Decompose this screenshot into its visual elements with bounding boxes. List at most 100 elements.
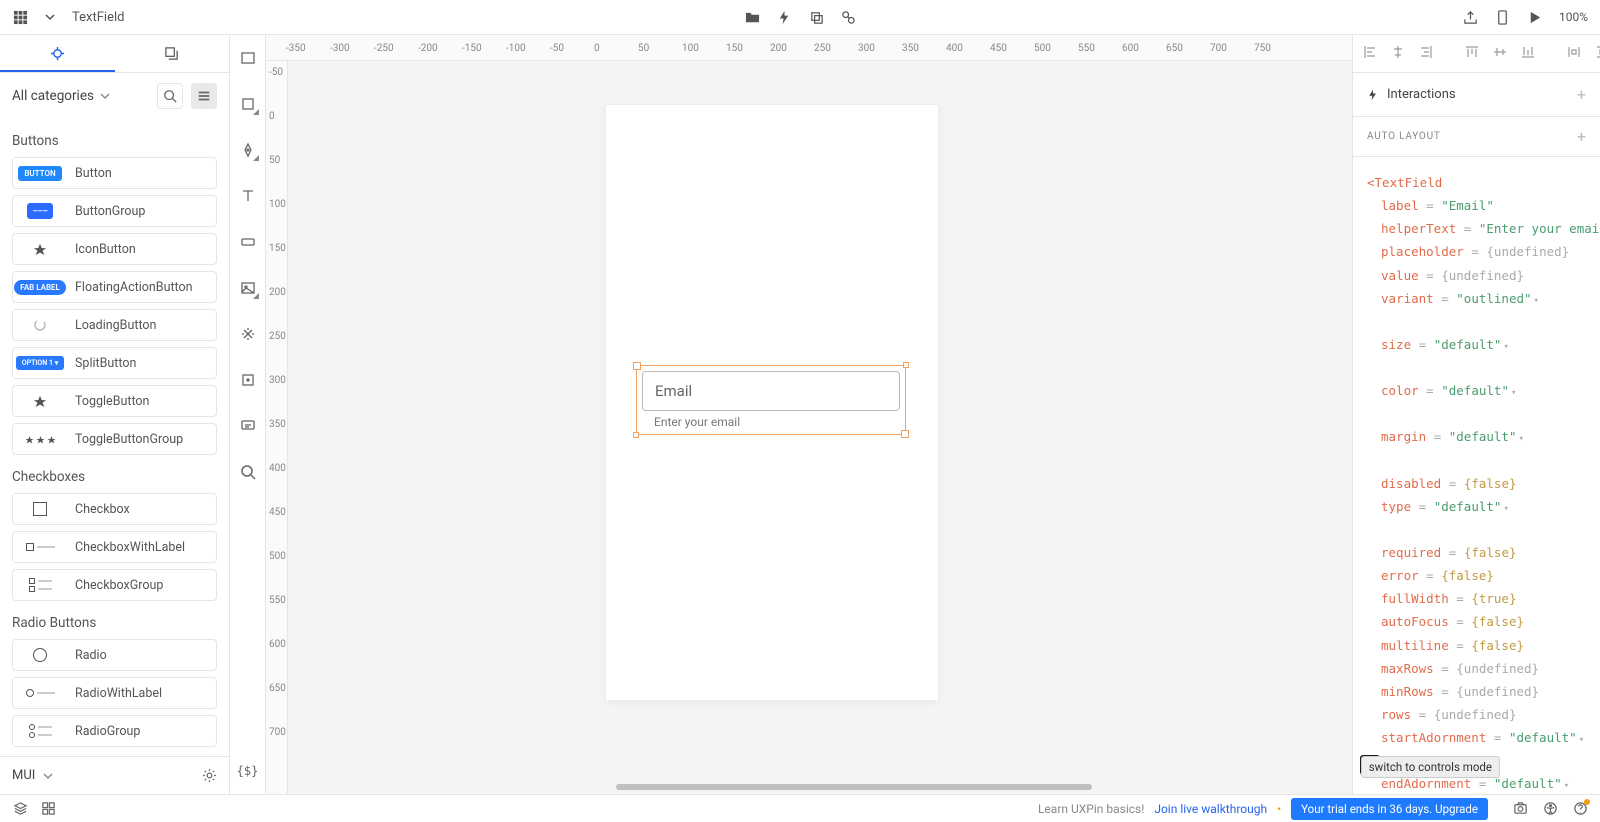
component-buttongroup[interactable]: ⎯ ⎯ ⎯ButtonGroup xyxy=(12,195,217,227)
search-button[interactable] xyxy=(157,83,183,109)
menu-grid-icon[interactable] xyxy=(12,9,28,25)
component-thumb xyxy=(13,310,67,340)
chevron-down-icon[interactable] xyxy=(42,9,58,25)
add-interaction-button[interactable]: + xyxy=(1577,85,1586,104)
library-name[interactable]: MUI xyxy=(12,768,35,783)
share-icon[interactable] xyxy=(1463,9,1479,25)
component-togglebuttongroup[interactable]: ToggleButtonGroup xyxy=(12,423,217,455)
bolt-icon xyxy=(1367,89,1379,101)
component-button[interactable]: BUTTONButton xyxy=(12,157,217,189)
component-label: LoadingButton xyxy=(67,318,156,333)
component-label: SplitButton xyxy=(67,356,136,371)
component-label: ToggleButton xyxy=(67,394,149,409)
ruler-tick: 300 xyxy=(858,43,875,54)
tab-components[interactable] xyxy=(0,35,115,72)
tool-select[interactable] xyxy=(235,45,261,71)
play-icon[interactable] xyxy=(1527,9,1543,25)
align-bottom-icon[interactable] xyxy=(1521,45,1535,63)
ruler-tick: 200 xyxy=(770,43,787,54)
component-splitbutton[interactable]: OPTION 1 ▾SplitButton xyxy=(12,347,217,379)
tool-image[interactable] xyxy=(235,275,261,301)
chevron-down-icon[interactable] xyxy=(43,771,53,781)
component-thumb xyxy=(13,570,67,600)
topbar: TextField 100% xyxy=(0,0,1600,35)
ruler-tick: 50 xyxy=(638,43,649,54)
tool-text[interactable] xyxy=(235,183,261,209)
camera-icon[interactable] xyxy=(1512,801,1528,817)
tool-search[interactable] xyxy=(235,459,261,485)
tab-layers[interactable] xyxy=(115,35,230,72)
tool-button[interactable] xyxy=(235,229,261,255)
autolayout-section[interactable]: AUTO LAYOUT + xyxy=(1353,117,1600,157)
component-loadingbutton[interactable]: LoadingButton xyxy=(12,309,217,341)
ruler-tick: 50 xyxy=(269,155,280,166)
components-icon xyxy=(49,46,65,62)
ruler-tick: -300 xyxy=(330,43,350,54)
help-icon[interactable] xyxy=(1572,801,1588,817)
component-label: ButtonGroup xyxy=(67,204,145,219)
ruler-tick: 100 xyxy=(269,199,286,210)
accessibility-icon[interactable] xyxy=(1542,801,1558,817)
selected-element[interactable]: Email Enter your email xyxy=(636,365,906,435)
distribute-h-icon[interactable] xyxy=(1567,45,1581,63)
ruler-tick: 600 xyxy=(1122,43,1139,54)
tool-comment[interactable] xyxy=(235,413,261,439)
horizontal-scrollbar[interactable] xyxy=(616,784,1092,790)
layers-icon xyxy=(164,46,180,62)
tool-pen[interactable] xyxy=(235,137,261,163)
left-panel: All categories ButtonsBUTTONButton⎯ ⎯ ⎯B… xyxy=(0,35,230,794)
component-togglebutton[interactable]: ToggleButton xyxy=(12,385,217,417)
page-title: TextField xyxy=(72,10,124,25)
tool-icon[interactable] xyxy=(235,321,261,347)
component-checkboxwithlabel[interactable]: CheckboxWithLabel xyxy=(12,531,217,563)
device-icon[interactable] xyxy=(1495,9,1511,25)
grid-panel-icon[interactable] xyxy=(40,801,56,817)
component-label: Checkbox xyxy=(67,502,130,517)
tool-hotspot[interactable] xyxy=(235,367,261,393)
component-radiowithlabel[interactable]: RadioWithLabel xyxy=(12,677,217,709)
tool-rectangle[interactable] xyxy=(235,91,261,117)
component-thumb xyxy=(13,424,67,454)
list-view-button[interactable] xyxy=(191,83,217,109)
ruler-tick: 200 xyxy=(269,287,286,298)
code-view[interactable]: <TextField label = "Email"helperText = "… xyxy=(1353,157,1600,794)
ruler-tick: 250 xyxy=(814,43,831,54)
zoom-level[interactable]: 100% xyxy=(1559,10,1588,24)
component-thumb: FAB LABEL xyxy=(13,272,67,302)
component-label: IconButton xyxy=(67,242,136,257)
component-label: ToggleButtonGroup xyxy=(67,432,183,447)
component-checkboxgroup[interactable]: CheckboxGroup xyxy=(12,569,217,601)
align-middle-icon[interactable] xyxy=(1493,45,1507,63)
align-top-icon[interactable] xyxy=(1465,45,1479,63)
bolt-icon[interactable] xyxy=(776,9,792,25)
component-label: CheckboxWithLabel xyxy=(67,540,185,555)
align-left-icon[interactable] xyxy=(1363,45,1377,63)
category-select[interactable]: All categories xyxy=(12,88,149,104)
ruler-tick: 500 xyxy=(269,551,286,562)
component-thumb xyxy=(13,234,67,264)
component-iconbutton[interactable]: IconButton xyxy=(12,233,217,265)
distribute-v-icon[interactable] xyxy=(1595,45,1600,63)
align-right-icon[interactable] xyxy=(1419,45,1433,63)
link-icon[interactable] xyxy=(840,9,856,25)
align-center-icon[interactable] xyxy=(1391,45,1405,63)
gear-icon[interactable] xyxy=(201,768,217,784)
ruler-tick: 550 xyxy=(269,595,286,606)
textfield-label[interactable]: Email xyxy=(642,371,900,411)
component-radio[interactable]: Radio xyxy=(12,639,217,671)
component-checkbox[interactable]: Checkbox xyxy=(12,493,217,525)
folder-icon[interactable] xyxy=(744,9,760,25)
ruler-tick: -350 xyxy=(286,43,306,54)
layers-panel-icon[interactable] xyxy=(12,801,28,817)
canvas[interactable]: -350-300-250-200-150-100-500501001502002… xyxy=(266,35,1352,794)
tool-variables[interactable]: {$} xyxy=(235,758,261,784)
component-floatingactionbutton[interactable]: FAB LABELFloatingActionButton xyxy=(12,271,217,303)
trial-badge[interactable]: Your trial ends in 36 days. Upgrade xyxy=(1291,798,1488,820)
bottom-bar: Learn UXPin basics! Join live walkthroug… xyxy=(0,794,1600,822)
left-tabs xyxy=(0,35,229,73)
interactions-section[interactable]: Interactions + xyxy=(1353,73,1600,117)
add-autolayout-button[interactable]: + xyxy=(1577,127,1586,146)
copy-icon[interactable] xyxy=(808,9,824,25)
component-radiogroup[interactable]: RadioGroup xyxy=(12,715,217,747)
join-walkthrough-link[interactable]: Join live walkthrough xyxy=(1154,802,1267,816)
